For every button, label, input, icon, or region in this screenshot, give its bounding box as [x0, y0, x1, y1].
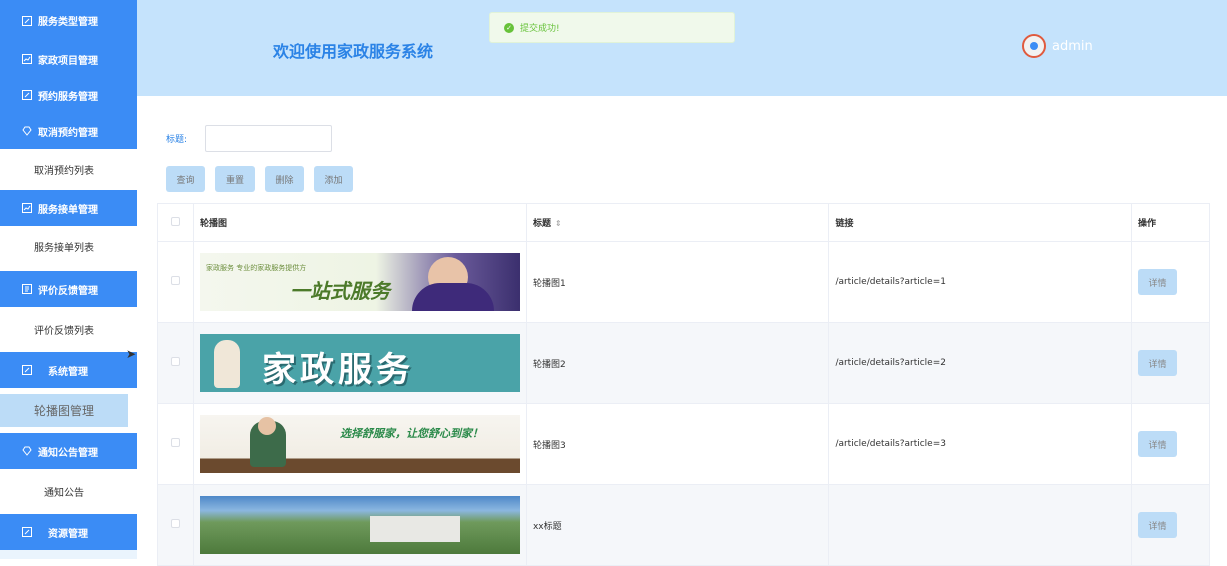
chart-icon: [22, 203, 32, 213]
row-link: /article/details?article=1: [828, 241, 1133, 323]
banner-image: 选择舒服家，让您舒心到家！: [199, 415, 520, 473]
select-all-checkbox[interactable]: [170, 216, 180, 226]
header-link: 链接: [828, 203, 1133, 242]
chart-icon: [22, 54, 32, 64]
sub-cancel-list[interactable]: 取消预约列表: [0, 153, 128, 186]
detail-button[interactable]: 详情: [1138, 512, 1178, 538]
menu-notice[interactable]: 通知公告管理: [0, 433, 137, 469]
header-action: 操作: [1131, 203, 1210, 242]
edit-icon: [22, 527, 32, 537]
menu-label: 服务类型管理: [38, 17, 98, 28]
row-title: xx标题: [525, 484, 830, 566]
edit-icon: [22, 15, 32, 26]
success-toast: ✓ 提交成功!: [489, 12, 735, 43]
row-checkbox[interactable]: [170, 357, 180, 366]
user-menu[interactable]: admin: [1022, 34, 1093, 58]
row-title: 轮播图2: [525, 322, 830, 404]
banner-text: 一站式服务: [289, 279, 390, 303]
menu-label: 系统管理: [48, 366, 88, 378]
menu-label: 取消预约管理: [38, 127, 98, 139]
edit-icon: [22, 90, 32, 100]
page-title: 欢迎使用家政服务系统: [273, 42, 434, 61]
gem-icon: [22, 446, 32, 456]
search-label: 标题:: [166, 135, 188, 145]
header-image: 轮播图: [192, 203, 527, 242]
carousel-table: 轮播图 标题 ⇕ 链接 操作 家政服务 专业的家政服务提供方 一站式服务 轮播图1…: [157, 203, 1210, 566]
menu-service-type[interactable]: 服务类型管理: [0, 0, 137, 41]
row-title: 轮播图3: [525, 403, 830, 485]
menu-resource[interactable]: 资源管理: [0, 514, 137, 550]
menu-system[interactable]: 系统管理: [0, 352, 137, 388]
table-row: 选择舒服家，让您舒心到家！ 轮播图3 /article/details?arti…: [157, 403, 1210, 485]
menu-label: 服务接单管理: [38, 204, 98, 216]
banner-image: [199, 496, 520, 554]
menu-label: 评价反馈管理: [38, 285, 98, 297]
mouse-cursor-icon: ➤: [126, 347, 137, 361]
sort-icon[interactable]: ⇕: [555, 219, 562, 228]
menu-label: 通知公告管理: [38, 447, 98, 459]
table-row: 家政服务 专业的家政服务提供方 一站式服务 轮播图1 /article/deta…: [157, 241, 1210, 323]
query-button[interactable]: 查询: [166, 166, 205, 192]
banner-image: 家政服务: [199, 334, 520, 392]
username: admin: [1052, 38, 1093, 54]
row-link: /article/details?article=2: [828, 322, 1133, 404]
avatar: [1022, 34, 1046, 58]
row-checkbox[interactable]: [170, 276, 180, 285]
doc-icon: [22, 284, 32, 294]
menu-project[interactable]: 家政项目管理: [0, 41, 137, 77]
menu-label: 资源管理: [48, 528, 88, 540]
menu-order[interactable]: 服务接单管理: [0, 190, 137, 226]
row-link: [828, 484, 1133, 566]
sub-carousel[interactable]: 轮播图管理: [0, 394, 128, 427]
sidebar: 服务类型管理 家政项目管理 预约服务管理 取消预约管理 取消预约列表 服务接单管…: [0, 0, 137, 559]
sub-order-list[interactable]: 服务接单列表: [0, 230, 128, 263]
header-title[interactable]: 标题 ⇕: [525, 203, 830, 242]
banner-text: 家政服务: [261, 350, 414, 390]
row-title: 轮播图1: [525, 241, 830, 323]
sub-notice[interactable]: 通知公告: [0, 475, 128, 508]
reset-button[interactable]: 重置: [215, 166, 255, 192]
menu-label: 家政项目管理: [38, 55, 98, 67]
detail-button[interactable]: 详情: [1138, 431, 1178, 457]
add-button[interactable]: 添加: [314, 166, 353, 192]
gem-icon: [22, 126, 32, 136]
title-search-input[interactable]: [205, 125, 332, 152]
table-header-row: 轮播图 标题 ⇕ 链接 操作: [157, 203, 1210, 242]
banner-small-text: 家政服务 专业的家政服务提供方: [205, 264, 307, 272]
table-row: 家政服务 轮播图2 /article/details?article=2 详情: [157, 322, 1210, 404]
row-checkbox[interactable]: [170, 438, 180, 447]
row-link: /article/details?article=3: [828, 403, 1133, 485]
row-checkbox[interactable]: [170, 519, 180, 528]
menu-feedback[interactable]: 评价反馈管理: [0, 271, 137, 307]
menu-cancel[interactable]: 取消预约管理: [0, 113, 137, 149]
check-circle-icon: ✓: [504, 22, 514, 33]
delete-button[interactable]: 删除: [265, 166, 304, 192]
table-row: xx标题 详情: [157, 484, 1210, 566]
detail-button[interactable]: 详情: [1138, 269, 1178, 295]
menu-booking[interactable]: 预约服务管理: [0, 77, 137, 113]
edit-icon: [22, 365, 32, 375]
banner-text: 选择舒服家，让您舒心到家！: [339, 427, 483, 440]
menu-label: 预约服务管理: [38, 91, 98, 103]
toast-message: 提交成功!: [520, 24, 560, 34]
banner-image: 家政服务 专业的家政服务提供方 一站式服务: [199, 253, 520, 311]
detail-button[interactable]: 详情: [1138, 350, 1178, 376]
sub-feedback-list[interactable]: 评价反馈列表: [0, 313, 128, 346]
